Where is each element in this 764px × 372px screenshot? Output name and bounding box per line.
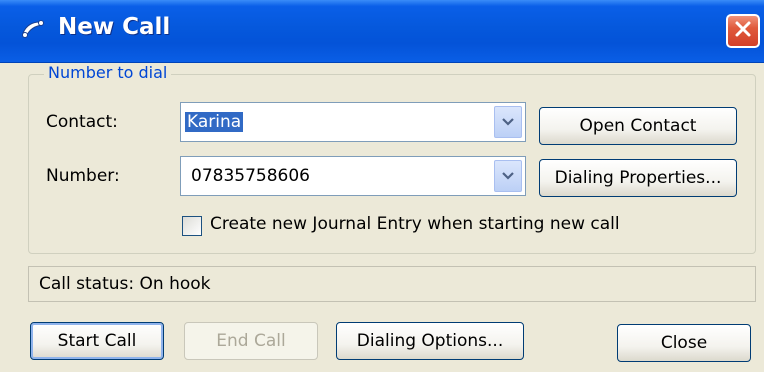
start-call-button[interactable]: Start Call	[30, 322, 164, 360]
call-status-text: Call status: On hook	[39, 274, 211, 294]
contact-dropdown-button[interactable]	[494, 106, 522, 138]
contact-label: Contact:	[46, 112, 118, 132]
journal-entry-checkbox[interactable]	[182, 216, 202, 236]
call-status-bar: Call status: On hook	[28, 266, 756, 302]
window-title: New Call	[58, 14, 171, 40]
phone-dial-icon	[20, 18, 46, 40]
group-legend: Number to dial	[44, 63, 172, 82]
close-x-icon	[734, 20, 752, 43]
number-label: Number:	[46, 166, 120, 186]
new-call-window: New Call Number to dial Contact: Karina …	[0, 0, 764, 372]
journal-entry-label[interactable]: Create new Journal Entry when starting n…	[210, 214, 620, 234]
dialing-options-button[interactable]: Dialing Options...	[336, 322, 524, 360]
contact-value: Karina	[185, 112, 244, 132]
number-value: 07835758606	[191, 166, 310, 186]
end-call-button: End Call	[184, 322, 318, 360]
chevron-down-icon	[502, 166, 514, 186]
contact-combobox[interactable]: Karina	[180, 102, 526, 142]
close-button[interactable]: Close	[617, 324, 751, 362]
dialing-properties-button[interactable]: Dialing Properties...	[539, 159, 737, 197]
title-bar[interactable]: New Call	[0, 0, 764, 63]
chevron-down-icon	[502, 112, 514, 132]
open-contact-button[interactable]: Open Contact	[539, 107, 737, 145]
number-combobox[interactable]: 07835758606	[180, 156, 526, 196]
window-close-button[interactable]	[726, 14, 760, 48]
number-dropdown-button[interactable]	[494, 160, 522, 192]
